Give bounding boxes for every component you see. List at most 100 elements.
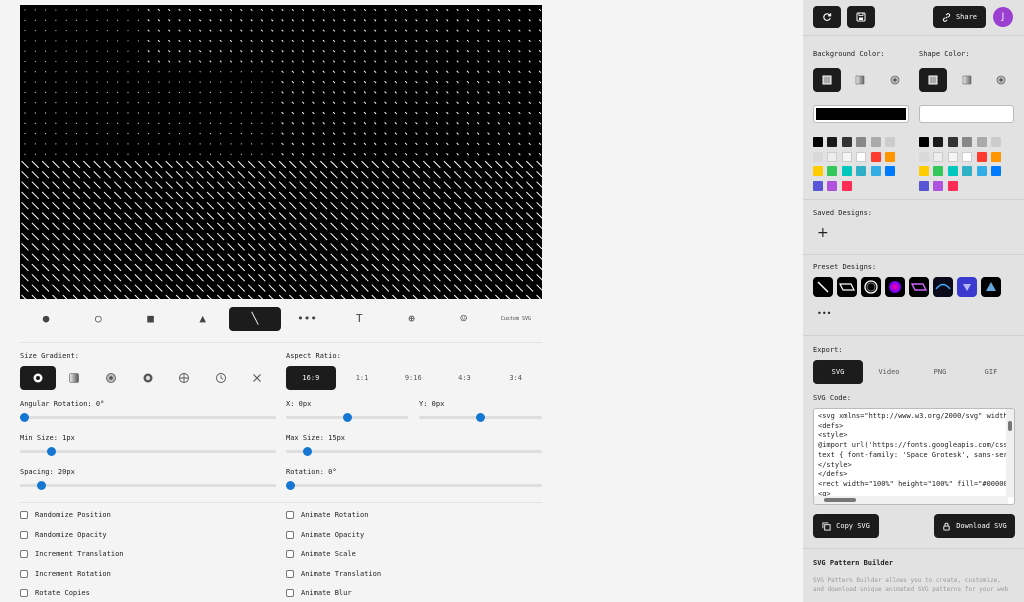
checkbox-box[interactable] (286, 569, 294, 578)
vertical-scrollbar[interactable] (1006, 409, 1014, 497)
download-svg-button[interactable]: Download SVG (934, 514, 1015, 538)
x-offset-slider[interactable] (286, 413, 408, 422)
aspect-ratio-option[interactable]: 9:16 (388, 366, 438, 390)
color-swatch[interactable] (933, 151, 944, 162)
preset-design-6[interactable] (933, 277, 953, 297)
color-swatch[interactable] (947, 137, 958, 147)
color-swatch[interactable] (933, 180, 944, 191)
spacing-slider[interactable] (20, 481, 276, 490)
shape-option-text[interactable]: T (333, 307, 385, 331)
min-size-slider[interactable] (20, 447, 276, 456)
color-swatch[interactable] (919, 151, 929, 162)
slider-track[interactable] (20, 450, 276, 453)
shape-option-dots[interactable]: ••• (281, 307, 333, 331)
checkbox-animate-rotation[interactable]: Animate Rotation (286, 511, 368, 519)
size-gradient-target[interactable] (130, 366, 166, 390)
aspect-ratio-option[interactable]: 3:4 (491, 366, 541, 390)
color-swatch[interactable] (856, 151, 867, 162)
refresh-button[interactable] (813, 6, 841, 28)
checkbox-rotate-copies[interactable]: Rotate Copies (20, 589, 90, 597)
color-swatch[interactable] (841, 180, 852, 191)
slider-thumb[interactable] (303, 447, 313, 456)
save-button[interactable] (847, 6, 875, 28)
color-swatch[interactable] (813, 151, 823, 162)
checkbox-randomize-opacity[interactable]: Randomize Opacity (20, 530, 107, 539)
color-swatch[interactable] (870, 166, 881, 176)
copy-svg-button[interactable]: Copy SVG (813, 514, 879, 538)
slider-thumb[interactable] (47, 447, 57, 456)
checkbox-box[interactable] (20, 511, 28, 519)
checkbox-box[interactable] (20, 569, 28, 578)
aspect-ratio-option[interactable]: 16:9 (286, 366, 336, 390)
shape-linear-gradient-button[interactable] (953, 68, 981, 92)
checkbox-box[interactable] (286, 511, 294, 519)
checkbox-increment-rotation[interactable]: Increment Rotation (20, 569, 111, 578)
preset-design-2[interactable] (837, 277, 857, 297)
slider-thumb[interactable] (20, 413, 29, 422)
color-swatch[interactable] (813, 166, 823, 176)
shape-option-triangle[interactable]: ▲ (177, 307, 229, 331)
aspect-ratio-option[interactable]: 4:3 (440, 366, 490, 390)
color-swatch[interactable] (962, 137, 973, 147)
color-swatch[interactable] (991, 137, 1001, 147)
export-tab-video[interactable]: Video (864, 360, 914, 384)
color-swatch[interactable] (885, 151, 895, 162)
export-tab-png[interactable]: PNG (915, 360, 965, 384)
color-swatch[interactable] (947, 180, 958, 191)
size-gradient-ring[interactable] (93, 366, 129, 390)
more-presets-button[interactable]: ••• (817, 309, 831, 318)
slider-thumb[interactable] (37, 481, 47, 490)
shape-radial-gradient-button[interactable] (987, 68, 1015, 92)
checkbox-box[interactable] (20, 530, 28, 539)
preset-design-8[interactable] (981, 277, 1001, 297)
color-swatch[interactable] (856, 137, 867, 147)
shape-option-line[interactable]: ╲ (228, 306, 282, 331)
checkbox-box[interactable] (20, 589, 28, 597)
color-swatch[interactable] (827, 166, 838, 176)
y-offset-slider[interactable] (419, 413, 542, 422)
avatar[interactable]: J (993, 7, 1013, 27)
angular-rotation-slider[interactable] (20, 413, 276, 422)
color-swatch[interactable] (919, 180, 929, 191)
svg-code-box[interactable]: <svg xmlns="http://www.w3.org/2000/svg" … (813, 408, 1015, 505)
slider-track[interactable] (286, 450, 542, 453)
shape-solid-color-button[interactable] (919, 68, 947, 92)
shape-option-arrow-circle[interactable]: ⊕ (385, 307, 437, 331)
bg-linear-gradient-button[interactable] (846, 68, 874, 92)
size-gradient-x[interactable] (239, 366, 275, 390)
color-swatch[interactable] (991, 151, 1001, 162)
slider-thumb[interactable] (342, 413, 352, 422)
bg-solid-color-button[interactable] (813, 68, 841, 92)
preset-design-4[interactable] (885, 277, 905, 297)
slider-track[interactable] (286, 484, 542, 487)
preset-design-1[interactable] (813, 277, 833, 297)
max-size-slider[interactable] (286, 447, 542, 456)
color-swatch[interactable] (947, 151, 958, 162)
size-gradient-radial-center[interactable] (20, 366, 56, 390)
color-swatch[interactable] (991, 166, 1001, 176)
color-swatch[interactable] (976, 166, 987, 176)
shape-option-smiley[interactable]: ☺ (438, 307, 490, 331)
checkbox-animate-scale[interactable]: Animate Scale (286, 550, 356, 558)
color-swatch[interactable] (813, 180, 823, 191)
preset-design-7[interactable] (957, 277, 977, 297)
slider-track[interactable] (20, 484, 276, 487)
checkbox-box[interactable] (286, 550, 294, 558)
checkbox-animate-translation[interactable]: Animate Translation (286, 569, 381, 578)
preset-design-5[interactable] (909, 277, 929, 297)
color-swatch[interactable] (856, 166, 867, 176)
color-swatch[interactable] (976, 137, 987, 147)
checkbox-randomize-position[interactable]: Randomize Position (20, 511, 111, 519)
svg-code-text[interactable]: <svg xmlns="http://www.w3.org/2000/svg" … (814, 409, 1014, 502)
rotation-slider[interactable] (286, 481, 542, 490)
slider-thumb[interactable] (476, 413, 485, 422)
export-tab-svg[interactable]: SVG (813, 360, 863, 384)
checkbox-box[interactable] (286, 530, 294, 539)
preset-design-3[interactable] (861, 277, 881, 297)
color-swatch[interactable] (976, 151, 987, 162)
shape-color-input[interactable] (919, 105, 1014, 123)
color-swatch[interactable] (947, 166, 958, 176)
color-swatch[interactable] (933, 137, 944, 147)
aspect-ratio-option[interactable]: 1:1 (337, 366, 387, 390)
checkbox-box[interactable] (20, 550, 28, 558)
